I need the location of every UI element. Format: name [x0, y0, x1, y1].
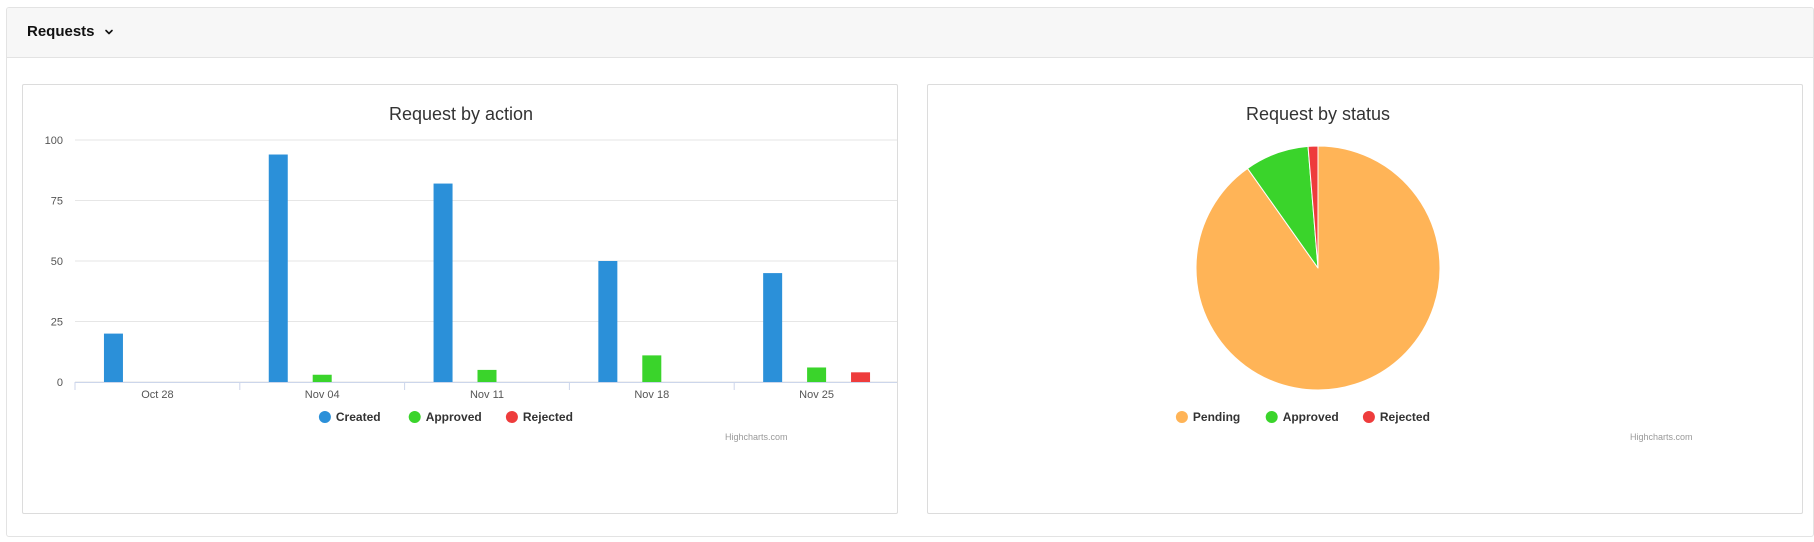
credits-link[interactable]: Highcharts.com [725, 432, 788, 442]
legend-marker-rejected[interactable] [505, 411, 518, 423]
legend-label-approved[interactable]: Approved [426, 410, 482, 424]
legend-label-rejected[interactable]: Rejected [523, 410, 573, 424]
credits-link[interactable]: Highcharts.com [1630, 432, 1693, 442]
legend-label-pending[interactable]: Pending [1193, 410, 1240, 424]
x-tick-label: Nov 04 [305, 389, 340, 401]
bar-created[interactable] [268, 154, 288, 382]
legend-marker-pending[interactable] [1175, 411, 1188, 423]
bar-approved[interactable] [477, 369, 497, 382]
request-by-action-card: Request by action 0 25 50 75 100 Oct 28 Nov 04 N… [22, 84, 898, 514]
bar-created[interactable] [598, 261, 618, 382]
x-tick-label: Nov 18 [634, 389, 669, 401]
x-tick-label: Nov 25 [799, 389, 834, 401]
y-tick-label: 0 [57, 377, 63, 389]
y-tick-label: 75 [51, 196, 63, 208]
legend-marker-rejected[interactable] [1362, 411, 1375, 423]
chart-title: Request by status [1246, 104, 1390, 124]
bar-created[interactable] [763, 273, 783, 382]
legend-label-approved[interactable]: Approved [1283, 410, 1339, 424]
legend-label-created[interactable]: Created [336, 410, 381, 424]
x-tick-label: Nov 11 [470, 389, 504, 401]
y-tick-label: 25 [51, 317, 63, 329]
requests-toggle[interactable]: Requests [27, 23, 115, 40]
legend-marker-created[interactable] [318, 411, 331, 423]
legend-label-rejected[interactable]: Rejected [1380, 410, 1430, 424]
bar-rejected[interactable] [851, 372, 871, 382]
request-by-status-chart: Request by status Pending Approved Rejected… [1175, 104, 1693, 442]
chevron-down-icon [104, 29, 113, 34]
panel-title: Requests [27, 23, 95, 40]
x-tick-label: Oct 28 [141, 389, 173, 401]
bar-approved[interactable] [642, 355, 662, 382]
chart-title: Request by action [389, 104, 533, 124]
bar-created[interactable] [103, 333, 123, 382]
request-by-status-card: Request by status Pending Approved Rejected… [927, 84, 1803, 514]
legend-marker-approved[interactable] [408, 411, 421, 423]
panel-header: Requests [7, 8, 1813, 58]
requests-panel: Requests Request by action 0 25 50 75 100 Oct … [6, 7, 1814, 537]
legend-marker-approved[interactable] [1265, 411, 1278, 423]
y-tick-label: 50 [51, 256, 63, 268]
page: Requests Request by action 0 25 50 75 100 Oct … [0, 0, 1814, 542]
request-by-action-chart: Request by action 0 25 50 75 100 Oct 28 Nov 04 N… [45, 104, 897, 442]
bar-created[interactable] [433, 183, 453, 382]
bar-approved[interactable] [312, 374, 332, 382]
bar-approved[interactable] [807, 367, 827, 382]
y-tick-label: 100 [45, 135, 63, 147]
